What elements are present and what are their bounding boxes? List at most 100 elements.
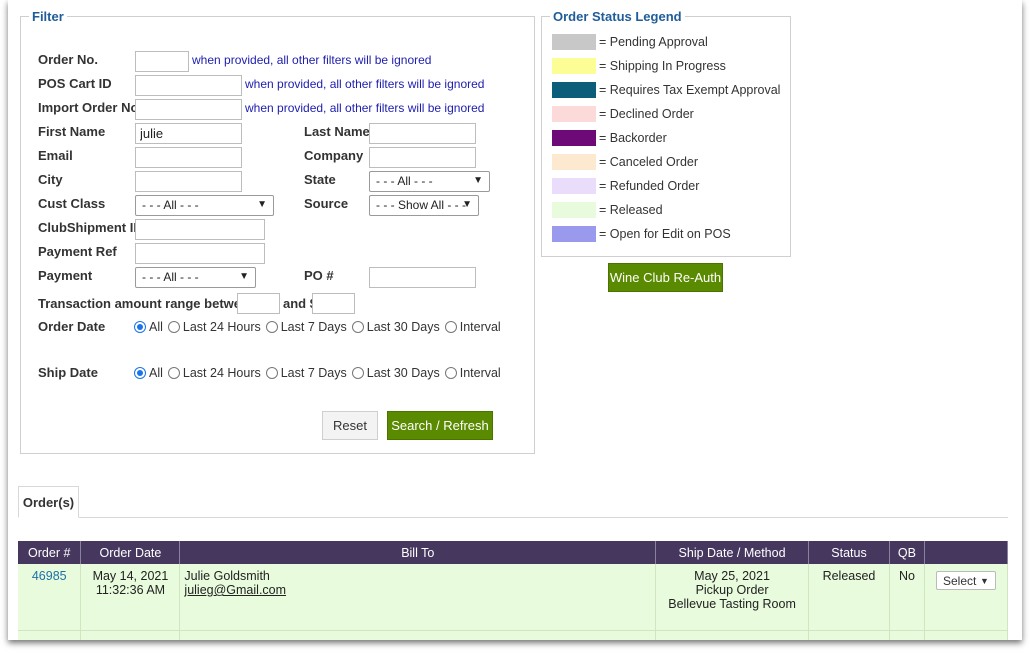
table-cell bbox=[924, 629, 1009, 640]
order-date-radio[interactable] bbox=[167, 321, 180, 333]
ship-date-radio-label: Last 7 Days bbox=[280, 366, 347, 380]
legend-swatch bbox=[552, 202, 596, 218]
order-date-radio[interactable] bbox=[265, 321, 278, 333]
order-date-radio-label: Last 30 Days bbox=[366, 320, 440, 334]
pos-cart-hint: when provided, all other filters will be… bbox=[245, 77, 485, 91]
import-order-hint: when provided, all other filters will be… bbox=[245, 101, 485, 115]
order-date-radio[interactable] bbox=[444, 321, 457, 333]
source-select[interactable]: - - - Show All - - - ▼ bbox=[369, 195, 479, 216]
payment-label: Payment bbox=[38, 268, 93, 283]
club-shipment-input[interactable] bbox=[135, 219, 265, 240]
reset-button[interactable]: Reset bbox=[322, 411, 378, 440]
company-label: Company bbox=[304, 148, 364, 163]
po-input[interactable] bbox=[369, 267, 476, 288]
legend-item: = Canceled Order bbox=[552, 154, 698, 170]
legend-label: = Shipping In Progress bbox=[599, 59, 726, 73]
ship-date-radio-label: Interval bbox=[459, 366, 501, 380]
ship-date-radio-label: Last 24 Hours bbox=[182, 366, 261, 380]
ship-date-radio[interactable] bbox=[351, 367, 364, 379]
ship-date-radio[interactable] bbox=[444, 367, 457, 379]
table-cell bbox=[18, 629, 82, 640]
ship-date-method-cell: May 25, 2021 Pickup Order Bellevue Tasti… bbox=[655, 564, 809, 630]
email-input[interactable] bbox=[135, 147, 242, 168]
source-select-value: - - - Show All - - - bbox=[376, 198, 467, 212]
legend-label: = Requires Tax Exempt Approval bbox=[599, 83, 781, 97]
ship-date-radio[interactable] bbox=[167, 367, 180, 379]
table-cell bbox=[179, 629, 657, 640]
city-label: City bbox=[38, 172, 63, 187]
pos-cart-label: POS Cart ID bbox=[38, 76, 112, 91]
chevron-down-icon: ▼ bbox=[473, 175, 483, 186]
legend-label: = Open for Edit on POS bbox=[599, 227, 731, 241]
order-date-radio-label: Interval bbox=[459, 320, 501, 334]
order-date: May 14, 2021 bbox=[92, 569, 169, 583]
payment-select-value: - - - All - - - bbox=[142, 270, 199, 284]
table-cell bbox=[889, 629, 925, 640]
ship-date-radio[interactable] bbox=[134, 367, 146, 379]
search-refresh-button[interactable]: Search / Refresh bbox=[387, 411, 493, 440]
chevron-down-icon: ▼ bbox=[462, 199, 472, 210]
tab-orders[interactable]: Order(s) bbox=[18, 486, 79, 518]
order-date-radio-group: All Last 24 Hours Last 7 Days Last 30 Days I… bbox=[134, 320, 501, 334]
last-name-input[interactable] bbox=[369, 123, 476, 144]
pos-cart-input[interactable] bbox=[135, 75, 242, 96]
state-select[interactable]: - - - All - - - ▼ bbox=[369, 171, 490, 192]
order-no-input[interactable] bbox=[135, 51, 189, 72]
table-cell bbox=[655, 629, 809, 640]
order-no-label: Order No. bbox=[38, 52, 98, 67]
column-header[interactable]: Ship Date / Method bbox=[655, 541, 809, 564]
bill-to-email-link[interactable]: julieg@Gmail.com bbox=[184, 583, 286, 597]
ship-date: May 25, 2021 bbox=[694, 569, 770, 583]
column-header[interactable]: Status bbox=[808, 541, 890, 564]
column-header[interactable]: Order Date bbox=[80, 541, 181, 564]
import-order-input[interactable] bbox=[135, 99, 242, 120]
legend-swatch bbox=[552, 178, 596, 194]
legend-item: = Open for Edit on POS bbox=[552, 226, 731, 242]
order-date-radio-label: Last 24 Hours bbox=[182, 320, 261, 334]
order-number-link[interactable]: 46985 bbox=[32, 569, 67, 583]
payment-select[interactable]: - - - All - - - ▼ bbox=[135, 267, 256, 288]
order-date-radio-label: Last 7 Days bbox=[280, 320, 347, 334]
action-cell: Select ▼ bbox=[924, 564, 1009, 630]
legend-item: = Released bbox=[552, 202, 663, 218]
legend-label: = Pending Approval bbox=[599, 35, 708, 49]
company-input[interactable] bbox=[369, 147, 476, 168]
order-date-radio[interactable] bbox=[134, 321, 146, 333]
table-cell bbox=[808, 629, 890, 640]
bill-to-name: Julie Goldsmith bbox=[184, 569, 270, 583]
ship-date-radio[interactable] bbox=[265, 367, 278, 379]
ship-date-radio-label: Last 30 Days bbox=[366, 366, 440, 380]
state-label: State bbox=[304, 172, 336, 187]
legend-swatch bbox=[552, 58, 596, 74]
table-cell bbox=[80, 629, 181, 640]
legend-swatch bbox=[552, 82, 596, 98]
order-date-radio[interactable] bbox=[351, 321, 364, 333]
legend-label: = Declined Order bbox=[599, 107, 694, 121]
txn-min-input[interactable] bbox=[237, 293, 280, 314]
chevron-down-icon: ▼ bbox=[257, 199, 267, 210]
club-shipment-label: ClubShipment ID bbox=[38, 220, 143, 235]
legend-item: = Pending Approval bbox=[552, 34, 708, 50]
row-select-dropdown[interactable]: Select ▼ bbox=[935, 571, 996, 590]
column-header[interactable]: QB bbox=[889, 541, 925, 564]
column-header[interactable]: Order # bbox=[18, 541, 82, 564]
state-select-value: - - - All - - - bbox=[376, 174, 433, 188]
legend-swatch bbox=[552, 34, 596, 50]
po-label: PO # bbox=[304, 268, 334, 283]
payment-ref-input[interactable] bbox=[135, 243, 265, 264]
column-header[interactable]: Bill To bbox=[179, 541, 657, 564]
cust-class-select[interactable]: - - - All - - - ▼ bbox=[135, 195, 274, 216]
ship-date-radio-label: All bbox=[149, 366, 163, 380]
email-label: Email bbox=[38, 148, 73, 163]
txn-max-input[interactable] bbox=[312, 293, 355, 314]
cust-class-label: Cust Class bbox=[38, 196, 106, 211]
first-name-input[interactable] bbox=[135, 123, 242, 144]
legend-swatch bbox=[552, 106, 596, 122]
order-date-label: Order Date bbox=[38, 319, 106, 334]
orders-table: Order # Order Date Bill To Ship Date / M… bbox=[18, 541, 1009, 640]
wine-club-reauth-button[interactable]: Wine Club Re-Auth bbox=[608, 263, 723, 292]
city-input[interactable] bbox=[135, 171, 242, 192]
import-order-label: Import Order No. bbox=[38, 100, 143, 115]
ship-method: Pickup Order bbox=[695, 583, 769, 597]
legend-swatch bbox=[552, 154, 596, 170]
